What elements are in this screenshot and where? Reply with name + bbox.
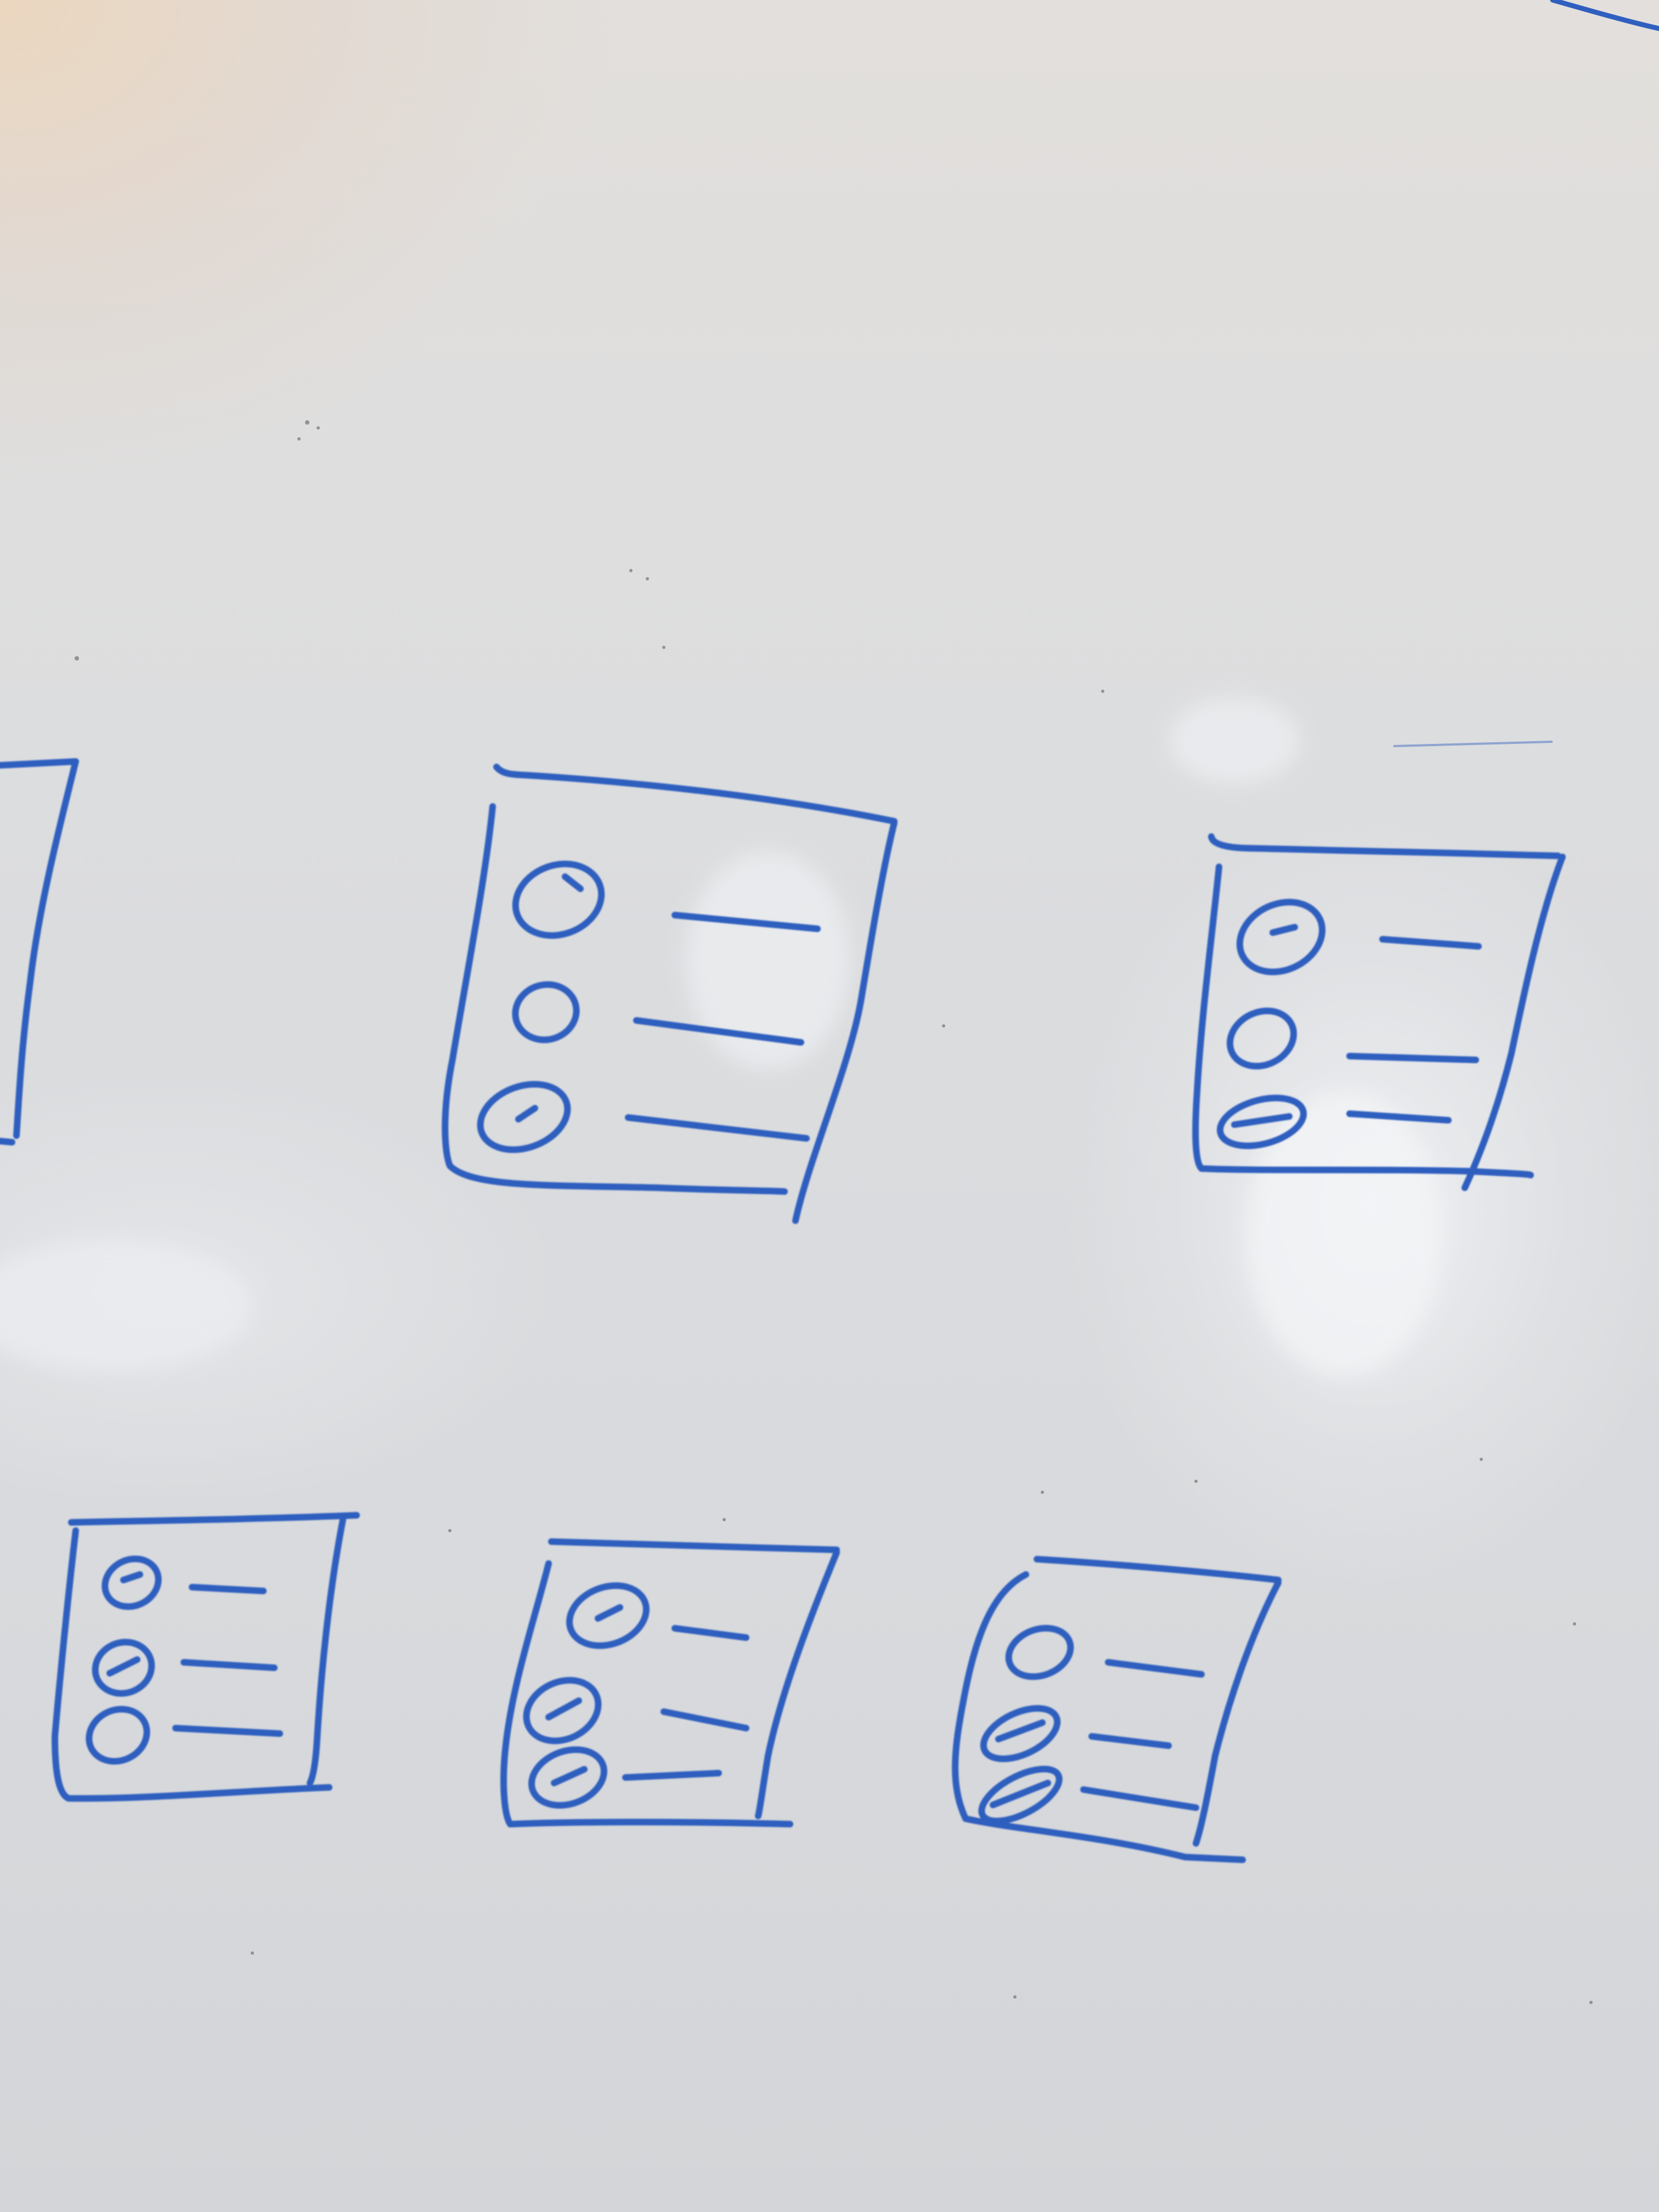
stray-line-right (1393, 741, 1553, 747)
sketch-card-bottom-center (500, 1538, 840, 1827)
whiteboard-photo (0, 0, 1659, 2212)
board-glare (0, 697, 1443, 1377)
sketch-partial-left (0, 758, 79, 1146)
sketch-card-bottom-right (952, 1556, 1282, 1863)
sketch-card-bottom-left (52, 1512, 360, 1802)
whiteboard-drawing (0, 0, 1659, 2004)
stray-line-top-right (1550, 0, 1659, 31)
